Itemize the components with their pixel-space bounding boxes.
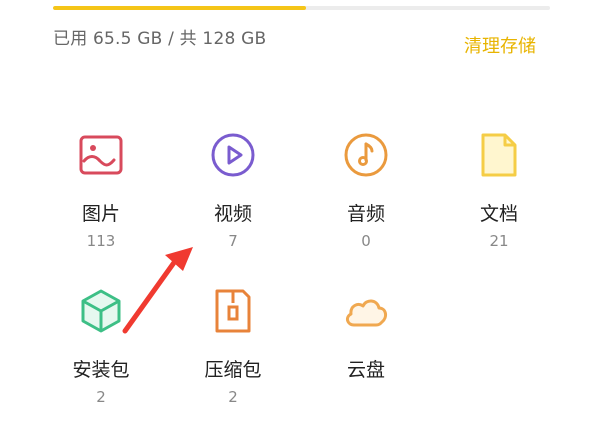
category-label: 图片 xyxy=(81,203,120,225)
clean-storage-link[interactable]: 清理存储 xyxy=(464,32,536,58)
category-count: 0 xyxy=(361,232,371,250)
category-label: 音频 xyxy=(346,203,385,225)
document-icon xyxy=(481,133,517,177)
category-count: 21 xyxy=(489,232,509,250)
category-label: 视频 xyxy=(213,203,252,225)
package-cube-icon xyxy=(81,289,121,333)
storage-bar xyxy=(53,6,550,10)
category-count: 2 xyxy=(96,388,106,406)
category-images[interactable]: 图片 113 xyxy=(41,131,161,271)
category-documents[interactable]: 文档 21 xyxy=(439,131,559,271)
category-count: 7 xyxy=(228,232,238,250)
category-cloud-drive[interactable]: 云盘 xyxy=(306,287,426,427)
category-label: 安装包 xyxy=(72,359,130,381)
cloud-icon xyxy=(345,299,388,327)
category-label: 压缩包 xyxy=(204,359,262,381)
category-label: 文档 xyxy=(479,203,518,225)
category-videos[interactable]: 视频 7 xyxy=(173,131,293,271)
category-count: 2 xyxy=(228,388,238,406)
zip-archive-icon xyxy=(215,289,251,333)
category-archives[interactable]: 压缩包 2 xyxy=(173,287,293,427)
storage-bar-fill xyxy=(53,6,307,10)
category-install-packages[interactable]: 安装包 2 xyxy=(41,287,161,427)
category-count: 113 xyxy=(86,232,116,250)
video-play-icon xyxy=(211,133,255,177)
category-audio[interactable]: 音频 0 xyxy=(306,131,426,271)
category-label: 云盘 xyxy=(346,359,385,381)
image-icon xyxy=(79,135,123,175)
music-note-icon xyxy=(344,133,388,177)
storage-usage-text: 已用 65.5 GB / 共 128 GB xyxy=(53,29,267,49)
